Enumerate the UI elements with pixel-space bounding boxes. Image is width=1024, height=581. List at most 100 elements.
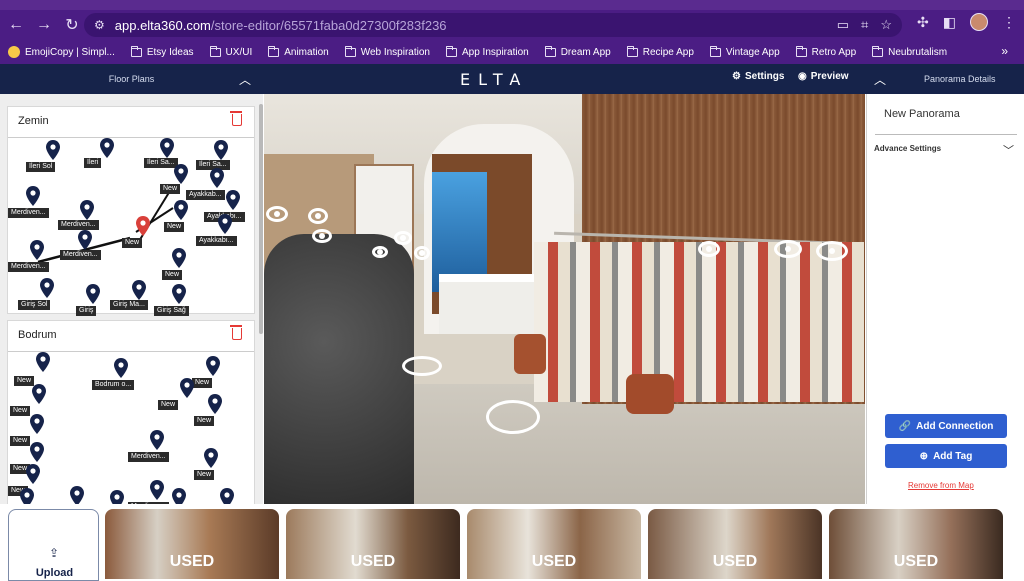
map-pin-icon[interactable] [78, 230, 92, 250]
map-pin-active-icon[interactable] [136, 216, 150, 236]
map-pin-icon[interactable] [204, 448, 218, 468]
panorama-thumbnail[interactable]: USED [286, 509, 460, 579]
map-pin-icon[interactable] [180, 378, 194, 398]
map-pin-icon[interactable] [30, 240, 44, 260]
map-pin-icon[interactable] [40, 278, 54, 298]
map-pin-icon[interactable] [114, 358, 128, 378]
advance-settings-toggle[interactable]: Advance Settings [874, 144, 941, 153]
bookmark-animation[interactable]: Animation [268, 45, 329, 58]
pin-label: Merdiven... [60, 250, 101, 260]
add-connection-button[interactable]: 🔗 Add Connection [885, 414, 1007, 438]
panorama-thumbnail[interactable]: USED [648, 509, 822, 579]
map-pin-icon[interactable] [172, 488, 186, 504]
hotspot[interactable] [266, 206, 288, 222]
map-pin-icon[interactable] [174, 200, 188, 220]
bookmark-app-inspiration[interactable]: App Inspiration [445, 45, 529, 58]
hotspot[interactable] [698, 241, 720, 257]
map-pin-icon[interactable] [80, 200, 94, 220]
bookmark-neubrutalism[interactable]: Neubrutalism [872, 45, 947, 58]
reload-icon[interactable]: ↻ [60, 13, 84, 37]
map-pin-icon[interactable] [172, 248, 186, 268]
chevron-up-icon[interactable]: ︿ [239, 71, 251, 88]
star-icon[interactable]: ☆ [880, 17, 892, 33]
panorama-thumbnail[interactable]: USED [829, 509, 1003, 579]
panorama-thumbnail[interactable]: USED [467, 509, 641, 579]
remove-from-map-link[interactable]: Remove from Map [908, 481, 974, 490]
bookmarks-overflow-icon[interactable]: » [1001, 44, 1008, 58]
hotspot[interactable] [774, 240, 802, 258]
map-pin-icon[interactable] [218, 214, 232, 234]
used-label: USED [531, 553, 577, 570]
floor-plan-map[interactable]: New Bodrum o... New New New New New New Merdiven… [8, 351, 254, 504]
map-pin-icon[interactable] [206, 356, 220, 376]
menu-icon[interactable]: ⋮ [1002, 14, 1016, 31]
chevron-up-icon[interactable]: ︿ [874, 71, 886, 88]
map-pin-icon[interactable] [30, 442, 44, 462]
map-pin-icon[interactable] [150, 430, 164, 450]
map-pin-icon[interactable] [172, 284, 186, 304]
profile-avatar[interactable] [970, 13, 988, 31]
extensions-icon[interactable]: ✣ [917, 14, 929, 31]
map-pin-icon[interactable] [70, 486, 84, 504]
panorama-viewer[interactable] [264, 94, 865, 504]
map-pin-icon[interactable] [160, 138, 174, 158]
bookmark-etsy-ideas[interactable]: Etsy Ideas [130, 45, 194, 58]
map-pin-icon[interactable] [36, 352, 50, 372]
bookmark-emojicopy[interactable]: EmojiCopy | Simpl... [8, 46, 115, 58]
bookmark-web-inspiration[interactable]: Web Inspiration [344, 45, 430, 58]
bookmark-dream-app[interactable]: Dream App [544, 45, 611, 58]
map-pin-icon[interactable] [132, 280, 146, 300]
pin-label: New [164, 222, 185, 232]
trash-icon[interactable] [230, 325, 242, 340]
trash-icon[interactable] [230, 111, 242, 126]
floor-plan-card-bodrum: Bodrum New Bodrum o... New New New New New New M… [7, 320, 255, 504]
browser-toolbar: ← → ↻ ⚙ app.elta360.com/store-editor/655… [0, 10, 1024, 40]
map-pin-icon[interactable] [214, 140, 228, 160]
map-pin-icon[interactable] [226, 190, 240, 210]
map-pin-icon[interactable] [208, 394, 222, 414]
settings-button[interactable]: ⚙ Settings [732, 71, 784, 82]
hotspot[interactable] [816, 241, 848, 261]
add-tag-button[interactable]: ⊕ Add Tag [885, 444, 1007, 468]
chevron-down-icon[interactable]: ﹀ [1003, 142, 1014, 158]
hotspot[interactable] [308, 208, 328, 224]
map-pin-icon[interactable] [46, 140, 60, 160]
side-panel-icon[interactable]: ◧ [943, 14, 956, 31]
pin-label: İleri Sol [26, 162, 56, 172]
hotspot[interactable] [414, 246, 430, 260]
gear-icon: ⚙ [732, 71, 741, 82]
map-pin-icon[interactable] [26, 186, 40, 206]
translate-icon[interactable]: ⌗ [861, 17, 868, 33]
map-pin-icon[interactable] [100, 138, 114, 158]
map-pin-icon[interactable] [174, 164, 188, 184]
address-bar[interactable]: ⚙ app.elta360.com/store-editor/65571faba… [84, 13, 902, 37]
bookmark-ux-ui[interactable]: UX/UI [209, 45, 252, 58]
panorama-thumbnail[interactable]: USED [105, 509, 279, 579]
map-pin-icon[interactable] [220, 488, 234, 504]
map-pin-icon[interactable] [32, 384, 46, 404]
map-pin-icon[interactable] [20, 488, 34, 504]
map-pin-icon[interactable] [150, 480, 164, 500]
map-pin-icon[interactable] [26, 464, 40, 484]
preview-button[interactable]: ◉ Preview [798, 71, 849, 82]
map-pin-icon[interactable] [30, 414, 44, 434]
install-icon[interactable]: ▭ [837, 17, 849, 33]
bookmark-recipe-app[interactable]: Recipe App [626, 45, 694, 58]
floor-plan-map[interactable]: İleri Sol İleri İleri Sa... İleri Sa... New A… [8, 137, 254, 316]
map-pin-icon[interactable] [210, 168, 224, 188]
map-pin-icon[interactable] [110, 490, 124, 504]
floor-hotspot[interactable] [402, 356, 442, 376]
map-pin-icon[interactable] [86, 284, 100, 304]
bookmark-retro-app[interactable]: Retro App [795, 45, 856, 58]
upload-button[interactable]: ⇪ Upload [8, 509, 99, 581]
hotspot[interactable] [394, 231, 412, 245]
bookmark-vintage-app[interactable]: Vintage App [709, 45, 780, 58]
forward-icon[interactable]: → [32, 13, 56, 37]
site-settings-icon[interactable]: ⚙ [94, 18, 105, 32]
hotspot[interactable] [312, 229, 332, 243]
scrollbar[interactable] [259, 104, 263, 334]
panorama-name[interactable]: New Panorama [884, 108, 960, 120]
hotspot[interactable] [372, 246, 388, 258]
floor-hotspot[interactable] [486, 400, 540, 434]
back-icon[interactable]: ← [4, 13, 28, 37]
